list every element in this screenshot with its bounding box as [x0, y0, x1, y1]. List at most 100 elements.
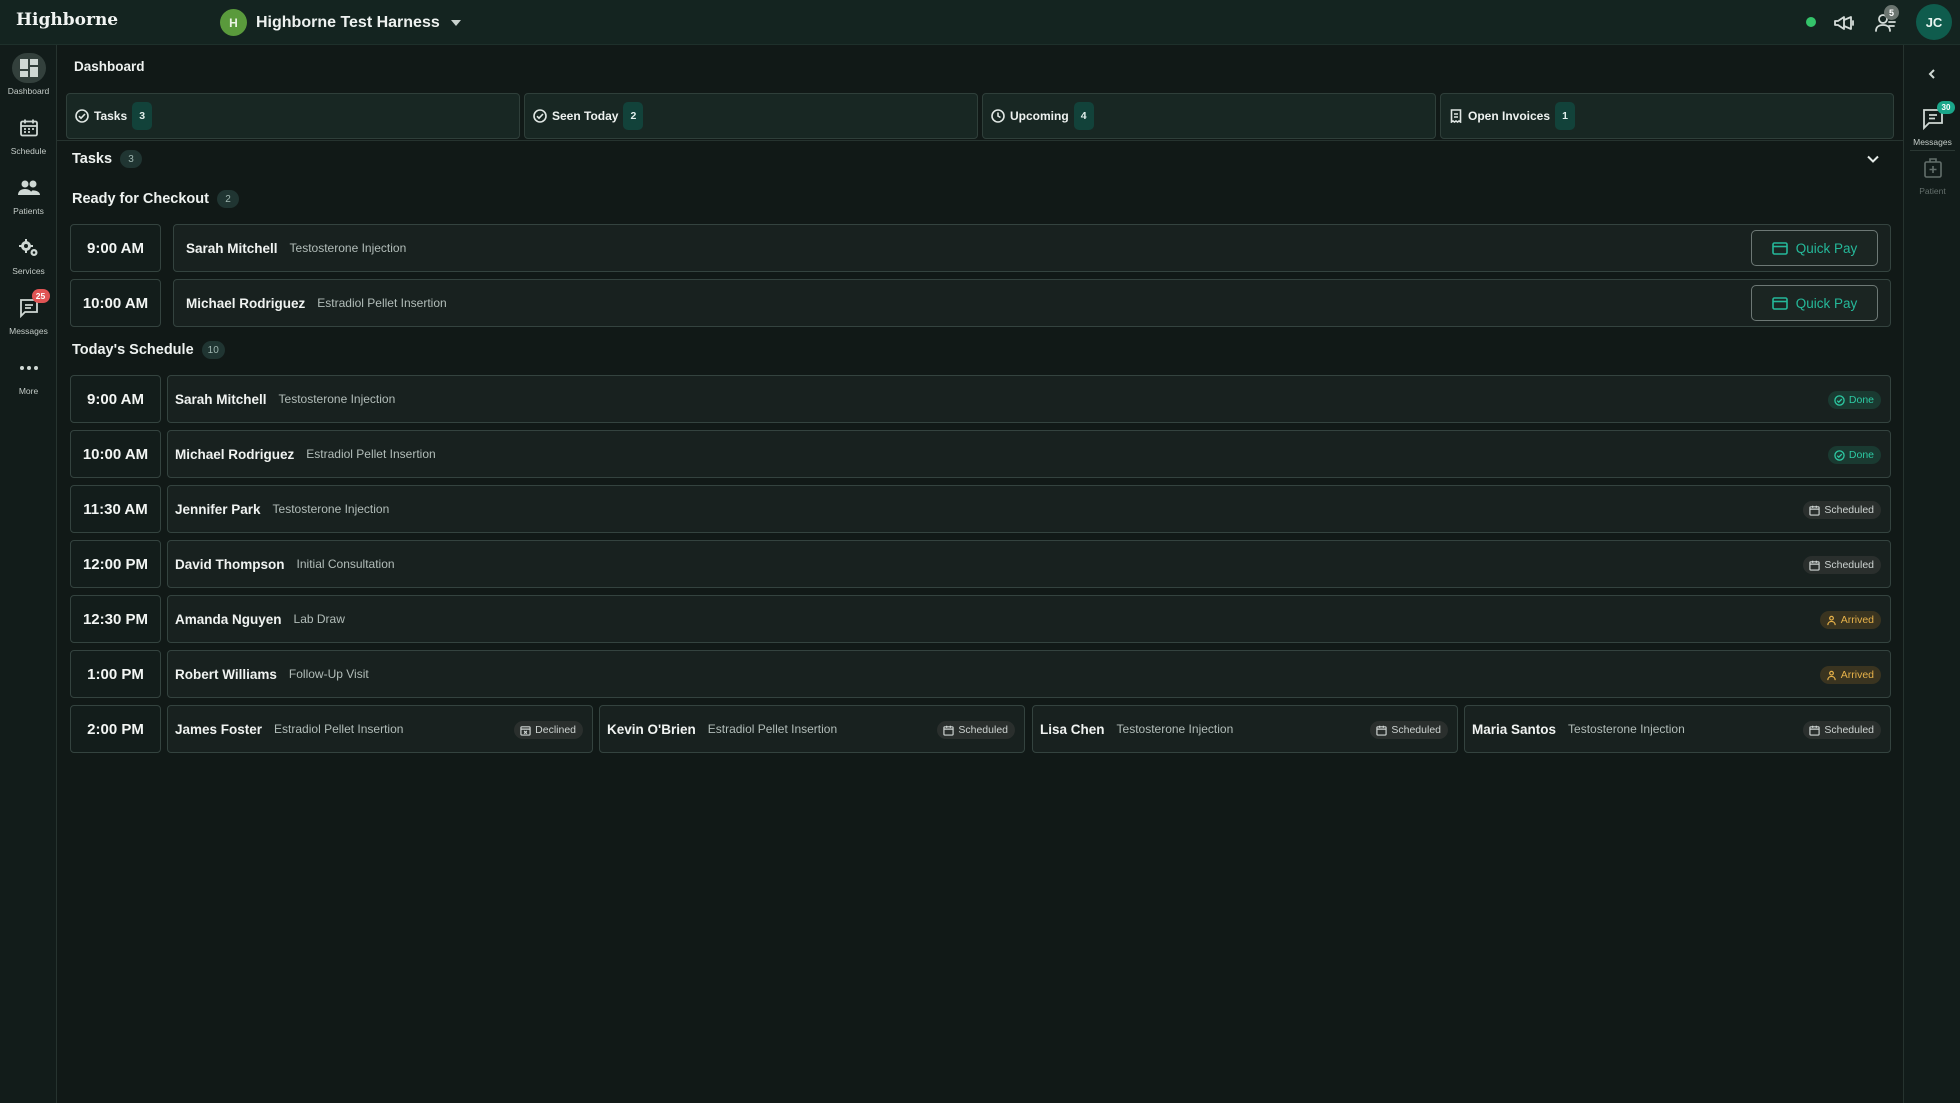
service-name: Estradiol Pellet Insertion	[306, 447, 436, 461]
brand-logo[interactable]: Highborne	[16, 10, 118, 30]
appointment-card[interactable]: Lisa Chen Testosterone Injection Schedul…	[1032, 705, 1458, 753]
nav-messages[interactable]: 25 Messages	[0, 289, 57, 345]
service-name: Testosterone Injection	[1116, 722, 1234, 736]
patient-name: Amanda Nguyen	[175, 611, 282, 627]
tasks-section-title[interactable]: Tasks 3	[72, 150, 143, 168]
status-badge: Declined	[514, 721, 583, 739]
appointment-card[interactable]: Maria Santos Testosterone Injection Sche…	[1464, 705, 1891, 753]
left-nav: Dashboard Schedule Patients Services 25 …	[0, 45, 57, 1103]
status-label: Scheduled	[958, 724, 1008, 736]
tab-count: 3	[132, 102, 153, 130]
tab-count: 4	[1073, 102, 1094, 130]
status-label: Done	[1848, 394, 1874, 406]
service-name: Estradiol Pellet Insertion	[707, 722, 838, 736]
time-slot: 12:30 PM	[70, 595, 161, 643]
more-icon	[12, 353, 46, 383]
status-badge: Scheduled	[1803, 501, 1881, 519]
chevron-left-icon[interactable]	[1926, 67, 1938, 85]
nav-schedule[interactable]: Schedule	[0, 113, 57, 165]
time-slot: 10:00 AM	[70, 430, 161, 478]
appointment-card[interactable]: David Thompson Initial Consultation Sche…	[167, 540, 1891, 588]
patient-name: James Foster	[175, 721, 263, 737]
chat-icon: 25	[12, 289, 50, 323]
person-walk-icon	[1826, 615, 1836, 625]
patient-name: Michael Rodriguez	[175, 446, 295, 462]
appointment-card[interactable]: Sarah Mitchell Testosterone Injection Do…	[167, 375, 1891, 423]
credit-card-icon	[1771, 296, 1788, 310]
status-badge: Arrived	[1819, 666, 1881, 684]
section-count: 10	[201, 341, 225, 359]
nav-patients[interactable]: Patients	[0, 173, 57, 225]
tab-upcoming[interactable]: Upcoming 4	[982, 93, 1436, 139]
patient-name: Kevin O'Brien	[607, 721, 696, 737]
rail-messages-badge: 30	[1937, 101, 1955, 114]
service-name: Lab Draw	[293, 612, 345, 626]
calendar-icon	[1809, 725, 1821, 736]
section-count: 2	[216, 190, 239, 208]
time-slot: 9:00 AM	[70, 224, 161, 272]
rail-label: Messages	[1913, 137, 1952, 147]
time-slot: 11:30 AM	[70, 485, 161, 533]
status-badge: Scheduled	[937, 721, 1015, 739]
nav-label: Messages	[9, 326, 48, 336]
tab-open-invoices[interactable]: Open Invoices 1	[1440, 93, 1894, 139]
nav-label: Schedule	[10, 146, 47, 156]
nav-label: Services	[12, 266, 45, 276]
org-name: Highborne Test Harness	[256, 13, 440, 31]
service-name: Estradiol Pellet Insertion	[274, 722, 404, 736]
service-name: Follow-Up Visit	[288, 667, 369, 681]
check-circle-icon	[1834, 394, 1845, 406]
tab-label: Open Invoices	[1468, 109, 1551, 123]
patient-name: David Thompson	[175, 556, 285, 572]
section-title-text: Ready for Checkout	[72, 191, 209, 207]
quick-pay-button[interactable]: Quick Pay	[1751, 285, 1878, 321]
nav-label: Patients	[13, 206, 44, 216]
schedule-section-title: Today's Schedule 10	[72, 341, 225, 359]
chevron-down-icon[interactable]	[1866, 152, 1880, 171]
checkout-section-title: Ready for Checkout 2	[72, 190, 239, 208]
status-badge: Scheduled	[1370, 721, 1448, 739]
check-circle-icon	[1834, 449, 1845, 461]
patient-icon	[1922, 157, 1944, 184]
checkout-row[interactable]: Michael Rodriguez Estradiol Pellet Inser…	[173, 279, 1891, 327]
appointment-card[interactable]: Kevin O'Brien Estradiol Pellet Insertion…	[599, 705, 1025, 753]
appointment-card[interactable]: James Foster Estradiol Pellet Insertion …	[167, 705, 593, 753]
megaphone-icon[interactable]	[1832, 11, 1856, 35]
checkout-row[interactable]: Sarah Mitchell Testosterone Injection Qu…	[173, 224, 1891, 272]
calendar-icon	[12, 113, 46, 143]
status-badge: Arrived	[1819, 611, 1881, 629]
status-label: Scheduled	[1391, 724, 1441, 736]
user-avatar[interactable]: JC	[1916, 4, 1952, 40]
nav-more[interactable]: More	[0, 353, 57, 405]
service-name: Testosterone Injection	[272, 502, 390, 516]
status-label: Arrived	[1840, 614, 1874, 626]
rail-patient[interactable]: Patient	[1904, 157, 1960, 196]
tab-seen-today[interactable]: Seen Today 2	[524, 93, 978, 139]
status-label: Scheduled	[1824, 724, 1874, 736]
appointment-card[interactable]: Amanda Nguyen Lab Draw Arrived	[167, 595, 1891, 643]
appointment-card[interactable]: Jennifer Park Testosterone Injection Sch…	[167, 485, 1891, 533]
tab-count: 2	[623, 102, 644, 130]
org-switcher[interactable]: H Highborne Test Harness	[220, 9, 461, 36]
appointment-card[interactable]: Robert Williams Follow-Up Visit Arrived	[167, 650, 1891, 698]
right-rail: 30 Messages Patient	[1903, 45, 1960, 1103]
tab-label: Upcoming	[1010, 109, 1069, 123]
dashboard-icon	[11, 53, 46, 83]
clock-icon	[991, 109, 1005, 123]
quick-pay-label: Quick Pay	[1795, 295, 1858, 311]
patient-name: Lisa Chen	[1040, 721, 1105, 737]
nav-dashboard[interactable]: Dashboard	[0, 53, 57, 105]
top-bar: Highborne H Highborne Test Harness 5 JC	[0, 0, 1960, 45]
status-badge: Done	[1827, 391, 1881, 409]
quick-pay-label: Quick Pay	[1795, 240, 1858, 256]
people-icon	[12, 173, 46, 203]
nav-services[interactable]: Services	[0, 233, 57, 285]
tab-label: Seen Today	[552, 109, 619, 123]
appointment-card[interactable]: Michael Rodriguez Estradiol Pellet Inser…	[167, 430, 1891, 478]
quick-pay-button[interactable]: Quick Pay	[1751, 230, 1878, 266]
section-title-text: Today's Schedule	[72, 342, 194, 358]
tab-label: Tasks	[94, 109, 128, 123]
tab-tasks[interactable]: Tasks 3	[66, 93, 520, 139]
rail-messages[interactable]: 30 Messages	[1904, 101, 1960, 147]
check-circle-icon	[533, 109, 547, 123]
